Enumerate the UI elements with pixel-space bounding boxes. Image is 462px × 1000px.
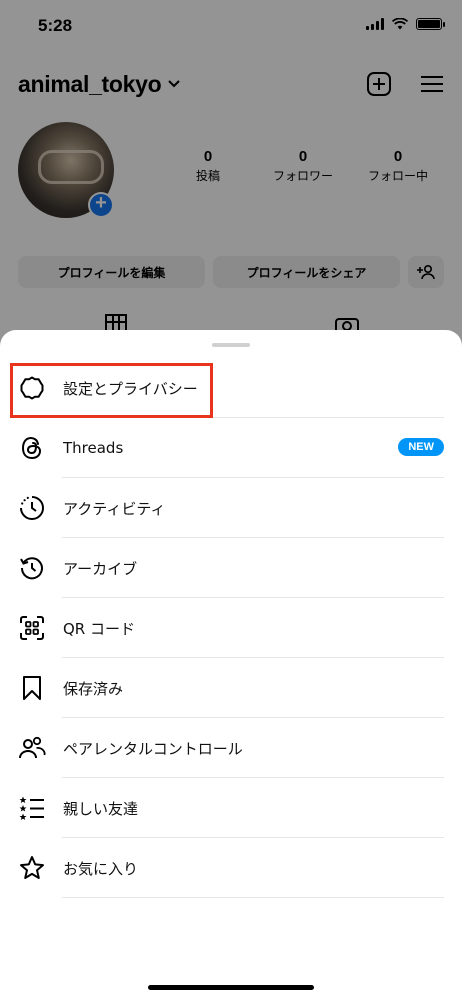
home-indicator[interactable] bbox=[148, 985, 314, 990]
menu-item-parental-controls[interactable]: ペアレンタルコントロール bbox=[0, 718, 462, 778]
menu-item-label: Threads bbox=[63, 439, 124, 457]
menu-item-close-friends[interactable]: 親しい友達 bbox=[0, 778, 462, 838]
highlight-box bbox=[10, 363, 213, 418]
menu-item-threads[interactable]: Threads NEW bbox=[0, 418, 462, 478]
star-icon bbox=[20, 856, 44, 879]
menu-item-activity[interactable]: アクティビティ bbox=[0, 478, 462, 538]
menu-item-label: ペアレンタルコントロール bbox=[63, 739, 243, 758]
menu-item-archive[interactable]: アーカイブ bbox=[0, 538, 462, 598]
menu-item-favorites[interactable]: お気に入り bbox=[0, 838, 462, 898]
menu-item-label: 保存済み bbox=[63, 679, 124, 698]
menu-item-label: 親しい友達 bbox=[63, 799, 139, 818]
menu-item-label: アーカイブ bbox=[63, 559, 138, 578]
qr-code-icon bbox=[20, 616, 44, 640]
menu-item-label: QR コード bbox=[63, 619, 135, 638]
menu-item-saved[interactable]: 保存済み bbox=[0, 658, 462, 718]
people-icon bbox=[19, 736, 46, 759]
threads-icon bbox=[21, 436, 42, 460]
options-bottom-sheet: 設定とプライバシー Threads NEW アクティビティ アーカイブ QR コ… bbox=[0, 330, 462, 1000]
activity-clock-icon bbox=[20, 496, 44, 520]
archive-history-icon bbox=[20, 557, 43, 580]
options-menu: 設定とプライバシー Threads NEW アクティビティ アーカイブ QR コ… bbox=[0, 358, 462, 898]
sheet-grabber[interactable] bbox=[212, 343, 250, 347]
bookmark-icon bbox=[23, 676, 41, 700]
close-friends-list-icon bbox=[19, 796, 44, 820]
menu-item-label: お気に入り bbox=[63, 859, 139, 878]
new-badge: NEW bbox=[398, 438, 444, 456]
menu-item-qr-code[interactable]: QR コード bbox=[0, 598, 462, 658]
menu-item-label: アクティビティ bbox=[63, 499, 166, 518]
